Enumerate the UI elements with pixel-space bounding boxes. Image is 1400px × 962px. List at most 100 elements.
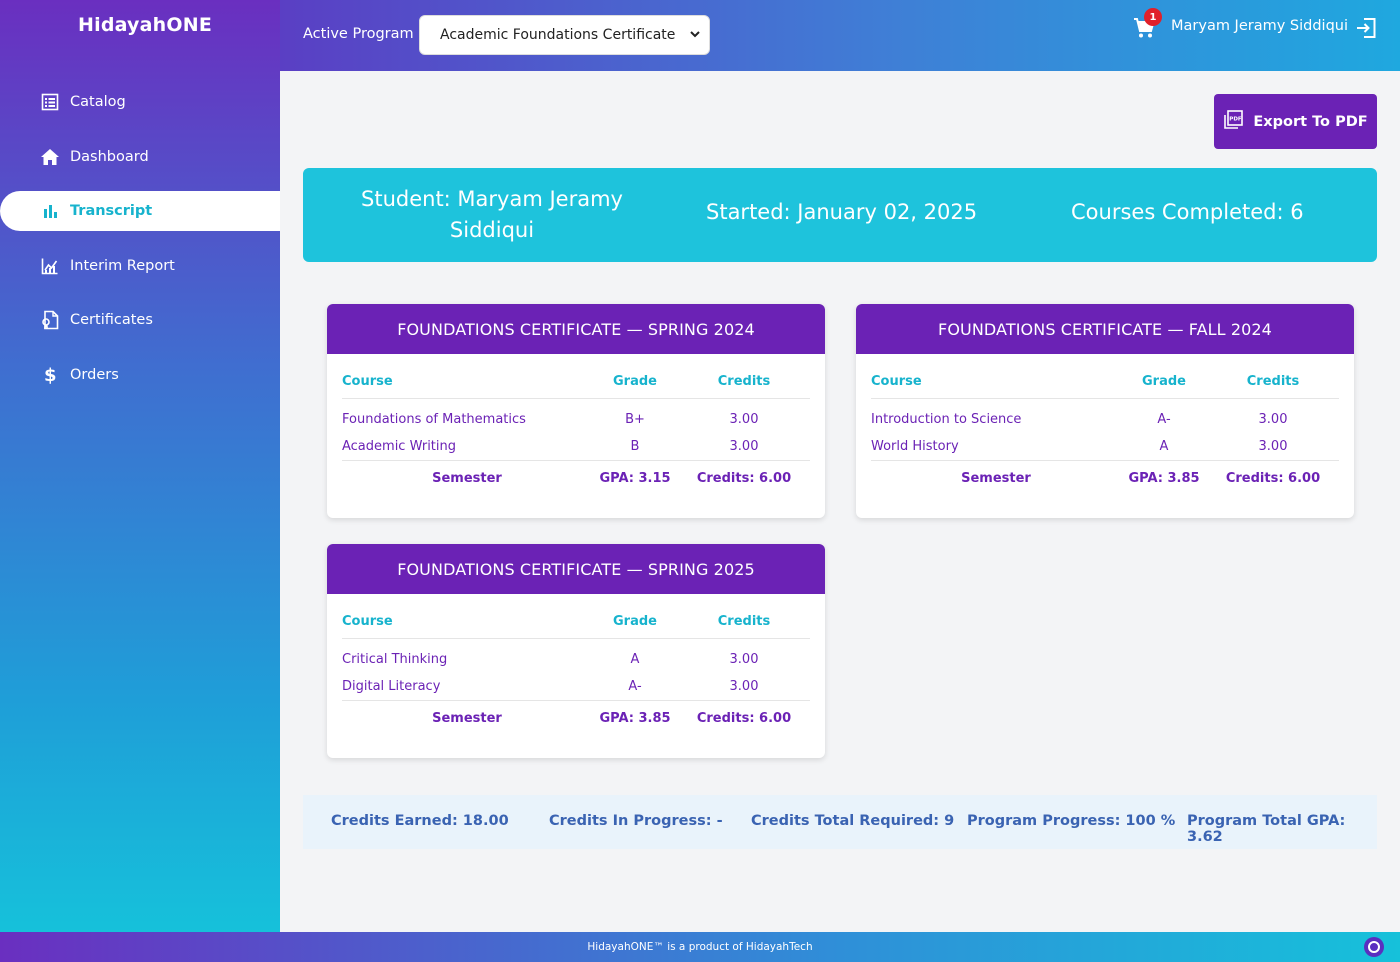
table-row: Academic Writing B 3.00 [342,433,810,460]
topbar: Active Program Academic Foundations Cert… [280,0,1400,71]
semester-summary-label: Semester [871,459,1121,496]
semester-gpa: GPA: 3.85 [1121,459,1207,496]
semester-gpa: GPA: 3.15 [592,459,678,496]
export-pdf-button[interactable]: PDF Export To PDF [1214,94,1377,149]
course-name: World History [871,438,959,454]
course-credits: 3.00 [729,438,759,454]
course-grade: A- [628,678,642,694]
export-pdf-label: Export To PDF [1253,113,1368,130]
footer: HidayahONE™ is a product of HidayahTech [0,932,1400,962]
sidebar-nav: Catalog Dashboard Transcript Interim Rep… [0,82,280,409]
course-credits: 3.00 [1258,412,1288,428]
sidebar-item-label: Dashboard [70,148,149,165]
sidebar: HidayahONE Catalog Dashboard Transcript … [0,0,280,932]
semester-card: FOUNDATIONS CERTIFICATE — SPRING 2024 Co… [327,304,825,518]
semester-title: FOUNDATIONS CERTIFICATE — SPRING 2025 [327,544,825,594]
semester-summary-label: Semester [342,459,592,496]
semester-credits: Credits: 6.00 [678,699,810,736]
student-name: Student: Maryam Jeramy Siddiqui [361,187,623,242]
pdf-icon: PDF [1223,109,1244,134]
program-total-gpa: Program Total GPA: 3.62 [1187,813,1346,845]
courses-completed: Courses Completed: 6 [1071,200,1304,224]
program-select-value: Academic Foundations Certificate [440,27,676,43]
col-header-credits: Credits [1207,366,1339,399]
sidebar-item-label: Catalog [70,94,126,110]
svg-text:$: $ [44,365,57,385]
course-grade: A [630,652,640,668]
course-credits: 3.00 [729,412,759,428]
col-header-course: Course [342,366,592,399]
col-header-grade: Grade [1121,366,1207,399]
table-row: Introduction to Science A- 3.00 [871,398,1339,433]
col-header-grade: Grade [592,606,678,639]
course-name: Introduction to Science [871,412,1022,428]
sidebar-item-label: Certificates [70,312,153,328]
course-name: Critical Thinking [342,652,448,668]
footer-text: HidayahONE™ is a product of HidayahTech [587,941,813,953]
course-grade: B [630,438,640,454]
chevron-down-icon [689,28,701,44]
semester-card: FOUNDATIONS CERTIFICATE — FALL 2024 Cour… [856,304,1354,518]
home-icon [40,147,60,167]
col-header-course: Course [342,606,592,639]
table-row: Foundations of Mathematics B+ 3.00 [342,398,810,433]
start-date: Started: January 02, 2025 [706,200,978,224]
semester-summary-row: Semester GPA: 3.85 Credits: 6.00 [871,459,1339,496]
line-chart-icon [40,256,60,276]
credits-total-required: Credits Total Required: 9 [751,813,955,829]
credits-in-progress: Credits In Progress: - [549,813,723,829]
semester-credits: Credits: 6.00 [678,459,810,496]
col-header-grade: Grade [592,366,678,399]
semester-table: Course Grade Credits Foundations of Math… [342,366,810,496]
semester-summary-row: Semester GPA: 3.15 Credits: 6.00 [342,459,810,496]
semester-card: FOUNDATIONS CERTIFICATE — SPRING 2025 Co… [327,544,825,758]
program-summary: Credits Earned: 18.00 Credits In Progres… [303,795,1377,849]
program-progress: Program Progress: 100 % [967,813,1176,829]
dollar-icon: $ [40,365,60,385]
svg-text:PDF: PDF [1230,116,1243,122]
semester-title: FOUNDATIONS CERTIFICATE — FALL 2024 [856,304,1354,354]
sidebar-item-transcript[interactable]: Transcript [0,191,280,231]
program-select[interactable]: Academic Foundations Certificate [419,15,710,55]
semester-summary-row: Semester GPA: 3.85 Credits: 6.00 [342,699,810,736]
cart-count-badge: 1 [1144,8,1162,26]
brand-logo[interactable]: HidayahONE [78,14,212,36]
logout-icon[interactable] [1355,17,1377,43]
active-program-label: Active Program [303,26,414,42]
chat-widget-icon[interactable] [1364,937,1384,957]
credits-earned: Credits Earned: 18.00 [331,813,509,829]
student-info-banner: Student: Maryam Jeramy Siddiqui Started:… [303,168,1377,262]
catalog-icon [40,92,60,112]
col-header-credits: Credits [678,606,810,639]
course-grade: A [1159,438,1169,454]
sidebar-item-label: Interim Report [70,257,175,274]
course-name: Academic Writing [342,438,457,454]
certificate-icon [40,310,60,330]
course-grade: B+ [625,412,645,428]
user-name[interactable]: Maryam Jeramy Siddiqui [1171,18,1348,34]
sidebar-item-catalog[interactable]: Catalog [0,82,280,122]
semester-credits: Credits: 6.00 [1207,459,1339,496]
table-row: Digital Literacy A- 3.00 [342,673,810,700]
semester-summary-label: Semester [342,699,592,736]
col-header-course: Course [871,366,1121,399]
table-row: Critical Thinking A 3.00 [342,638,810,673]
semester-title: FOUNDATIONS CERTIFICATE — SPRING 2024 [327,304,825,354]
sidebar-item-certificates[interactable]: Certificates [0,300,280,340]
semester-table: Course Grade Credits Critical Thinking A… [342,606,810,736]
course-name: Foundations of Mathematics [342,412,526,428]
sidebar-item-orders[interactable]: $ Orders [0,355,280,395]
course-credits: 3.00 [729,652,759,668]
course-credits: 3.00 [729,678,759,694]
semester-table: Course Grade Credits Introduction to Sci… [871,366,1339,496]
semester-gpa: GPA: 3.85 [592,699,678,736]
table-row: World History A 3.00 [871,433,1339,460]
sidebar-item-label: Orders [70,366,119,383]
col-header-credits: Credits [678,366,810,399]
bar-chart-icon [40,201,60,221]
sidebar-item-dashboard[interactable]: Dashboard [0,137,280,177]
course-grade: A- [1157,412,1171,428]
course-name: Digital Literacy [342,678,441,694]
sidebar-item-label: Transcript [70,203,153,219]
sidebar-item-interim-report[interactable]: Interim Report [0,246,280,286]
